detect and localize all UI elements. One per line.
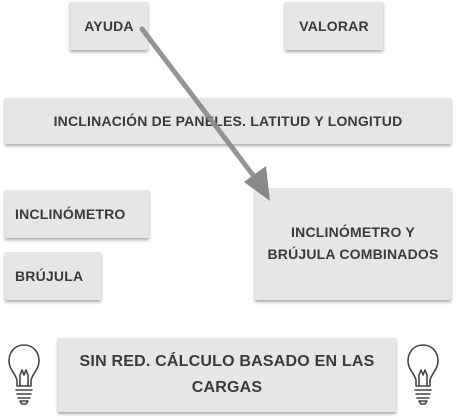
inclinometro-brujula-combinados-button[interactable]: INCLINÓMETRO Y BRÚJULA COMBINADOS: [255, 188, 451, 300]
valorar-button[interactable]: VALORAR: [285, 2, 383, 50]
lightbulb-icon: [407, 344, 439, 405]
brujula-button[interactable]: BRÚJULA: [5, 252, 101, 300]
inclinacion-paneles-button[interactable]: INCLINACIÓN DE PANELES. LATITUD Y LONGIT…: [5, 98, 451, 144]
lightbulb-icon: [8, 344, 40, 405]
sin-red-calculo-button[interactable]: SIN RED. CÁLCULO BASADO EN LAS CARGAS: [58, 338, 396, 412]
ayuda-button[interactable]: AYUDA: [70, 2, 148, 50]
inclinometro-button[interactable]: INCLINÓMETRO: [5, 190, 149, 238]
